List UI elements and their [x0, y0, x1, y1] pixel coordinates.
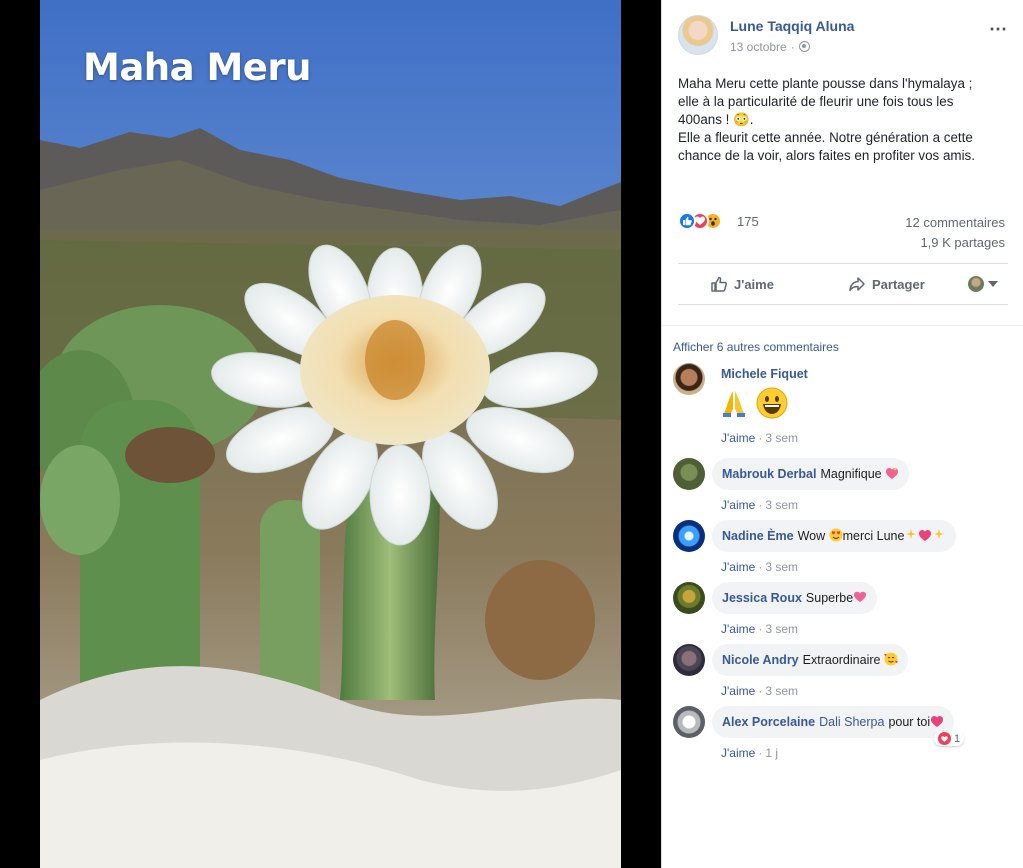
share-label: Partager [872, 276, 925, 292]
comment-meta: J'aime · 3 sem [721, 684, 798, 698]
comment-time[interactable]: 3 sem [765, 431, 798, 445]
commenter-name[interactable]: Alex Porcelaine [722, 715, 815, 729]
post-text-line: 400ans ! 😳. [678, 112, 754, 127]
comment-like-link[interactable]: J'aime [721, 684, 755, 698]
post-photo[interactable]: Maha Meru [40, 0, 621, 868]
photo-viewer: Maha Meru [0, 0, 661, 868]
tagged-user[interactable]: Dali Sherpa [819, 715, 884, 729]
commenter-avatar[interactable] [673, 520, 705, 552]
photo-caption: Maha Meru [83, 46, 311, 89]
more-options-icon[interactable]: ⋯ [989, 19, 1008, 40]
sparkling-heart-icon [919, 530, 932, 541]
comments-section: Afficher 6 autres commentaires Michele F… [662, 325, 1023, 868]
sparkles-icon [934, 529, 945, 539]
sparkles-icon [906, 529, 917, 539]
comment-text-continued: merci Lune [842, 529, 905, 543]
comment-meta: J'aime · 3 sem [721, 622, 798, 636]
action-bar: J'aime Partager [678, 263, 1008, 305]
commenter-name[interactable]: Nadine Ème [722, 529, 794, 543]
globe-icon [798, 41, 810, 52]
smiling-face-with-hearts-icon [884, 652, 898, 666]
commenter-avatar[interactable] [673, 644, 705, 676]
comment-text: pour toi [888, 715, 931, 729]
author-name[interactable]: Lune Taqqiq Aluna [730, 18, 854, 34]
grinning-face-icon [756, 387, 788, 419]
comment-reaction-badge[interactable]: 1 [934, 731, 965, 746]
like-reaction-icon [678, 212, 696, 230]
comment-bubble: Alex Porcelaine Dali Sherpa pour toi [712, 706, 955, 738]
comment-emojis [718, 387, 790, 424]
love-reaction-icon [938, 732, 951, 745]
post-text-line: Maha Meru cette plante pousse dans l'hym… [678, 76, 973, 91]
comment-like-link[interactable]: J'aime [721, 746, 755, 760]
commenter-avatar[interactable] [673, 706, 705, 738]
comment-reaction-count: 1 [954, 732, 961, 745]
like-label: J'aime [734, 276, 774, 292]
post-text-line: elle à la particularité de fleurir une f… [678, 94, 954, 109]
post-date[interactable]: 13 octobre [730, 40, 787, 54]
comment-meta: J'aime · 3 sem [721, 498, 798, 512]
comment-text: Superbe [805, 591, 854, 605]
post-text: Maha Meru cette plante pousse dans l'hym… [678, 75, 1003, 165]
shares-count[interactable]: 1,9 K partages [920, 235, 1005, 250]
post-text-line: chance de la voir, alors faites en profi… [678, 148, 975, 163]
comment-like-link[interactable]: J'aime [721, 622, 755, 636]
like-button[interactable]: J'aime [710, 275, 774, 293]
comment-time[interactable]: 3 sem [765, 684, 798, 698]
reaction-count[interactable]: 175 [737, 214, 759, 229]
heart-eyes-icon [829, 528, 843, 542]
commenter-avatar[interactable] [673, 363, 705, 395]
comment-time[interactable]: 3 sem [765, 622, 798, 636]
comment-like-link[interactable]: J'aime [721, 498, 755, 512]
commenter-avatar[interactable] [673, 458, 705, 490]
pink-heart-icon [854, 591, 867, 602]
viewer-avatar [968, 276, 984, 292]
comments-count[interactable]: 12 commentaires [905, 215, 1005, 230]
post-meta: 13 octobre · [730, 40, 810, 54]
comment-like-link[interactable]: J'aime [721, 560, 755, 574]
comment-meta: J'aime · 3 sem [721, 560, 798, 574]
post-header: Lune Taqqiq Aluna 13 octobre · ⋯ [678, 15, 1008, 59]
post-panel: Lune Taqqiq Aluna 13 octobre · ⋯ Maha Mer… [661, 0, 1023, 868]
commenter-name[interactable]: Michele Fiquet [721, 367, 808, 381]
comment-text: Extraordinaire [802, 653, 881, 667]
share-button[interactable]: Partager [848, 275, 925, 293]
comment-bubble: Jessica Roux Superbe [712, 582, 878, 614]
sparkling-heart-icon [886, 467, 899, 479]
comment-like-link[interactable]: J'aime [721, 431, 755, 445]
post-text-line: Elle a fleurit cette année. Notre généra… [678, 130, 973, 145]
comment-bubble: Mabrouk Derbal Magnifique [712, 458, 910, 490]
commenter-name[interactable]: Mabrouk Derbal [722, 467, 816, 481]
comment-bubble: Nadine Ème Wow merci Lune [712, 520, 957, 552]
commenter-name[interactable]: Jessica Roux [722, 591, 802, 605]
comment-meta: J'aime · 3 sem [721, 431, 798, 445]
comment-meta: J'aime · 1 j [721, 746, 778, 760]
view-more-comments-link[interactable]: Afficher 6 autres commentaires [673, 340, 839, 354]
comment-bubble: Nicole Andry Extraordinaire [712, 644, 908, 676]
thumb-icon [711, 276, 728, 292]
comment-time[interactable]: 1 j [765, 746, 778, 760]
reaction-audience-selector[interactable] [968, 276, 998, 292]
comment-time[interactable]: 3 sem [765, 560, 798, 574]
caret-icon [988, 281, 998, 287]
share-icon [849, 277, 865, 292]
commenter-avatar[interactable] [673, 582, 705, 614]
commenter-name[interactable]: Nicole Andry [722, 653, 799, 667]
praying-hands-icon [723, 391, 745, 417]
author-avatar[interactable] [678, 15, 718, 55]
sparkling-heart-icon [931, 716, 944, 727]
comment-text: Magnifique [820, 467, 882, 481]
comment-time[interactable]: 3 sem [765, 498, 798, 512]
cactus-flower-image [40, 0, 621, 868]
comment-text: Wow [797, 529, 826, 543]
